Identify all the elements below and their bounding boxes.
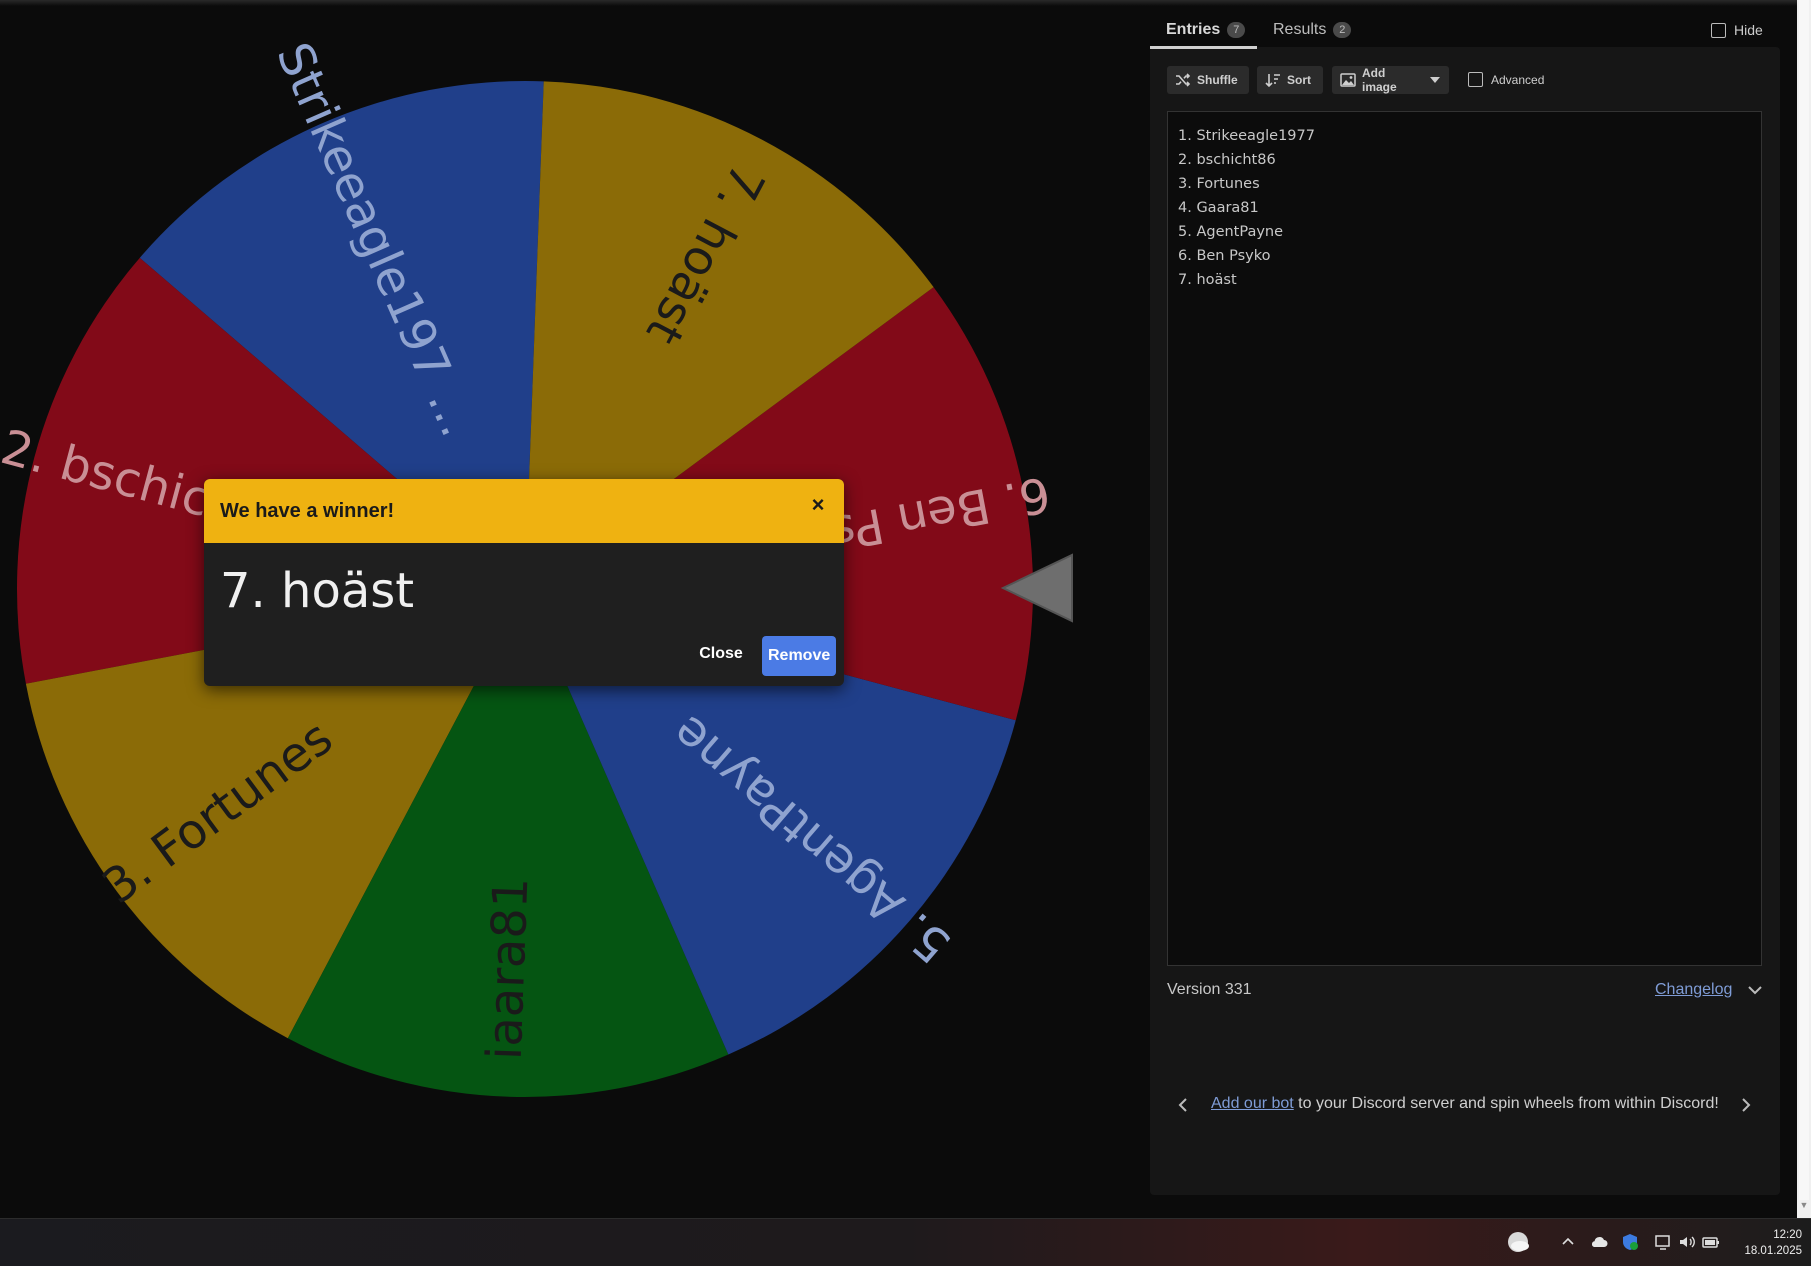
hide-checkbox[interactable] — [1711, 22, 1726, 38]
battery-icon[interactable] — [1701, 1232, 1721, 1252]
discord-rest-text: to your Discord server and spin wheels f… — [1293, 1095, 1719, 1112]
entry-line: 7. hoäst — [1178, 272, 1237, 288]
entry-line: 2. bschicht86 — [1178, 152, 1276, 168]
chevron-up-icon[interactable] — [1558, 1232, 1578, 1252]
chevron-left-icon[interactable] — [1175, 1095, 1191, 1115]
entry-line: 4. Gaara81 — [1178, 200, 1259, 216]
discord-banner: Add our bot to your Discord server and s… — [1167, 1095, 1762, 1115]
weather-icon[interactable] — [1505, 1230, 1531, 1254]
entry-line: 5. AgentPayne — [1178, 224, 1284, 240]
caret-down-icon — [1430, 77, 1440, 83]
tab-results-count: 2 — [1333, 22, 1352, 38]
tab-entries-label: Entries — [1166, 21, 1221, 38]
version-label: Version 331 — [1167, 981, 1252, 998]
shield-icon[interactable] — [1620, 1232, 1640, 1252]
clock-date: 18.01.2025 — [1744, 1245, 1802, 1257]
add-bot-link[interactable]: Add our bot — [1211, 1095, 1294, 1112]
add-image-button[interactable]: Add image — [1332, 66, 1449, 94]
volume-icon[interactable] — [1677, 1232, 1697, 1252]
clock-time: 12:20 — [1773, 1229, 1802, 1241]
taskbar — [0, 1218, 1811, 1266]
taskbar-clock[interactable]: 12:20 18.01.2025 — [1722, 1227, 1802, 1259]
entry-line: 1. Strikeeagle1977 — [1178, 128, 1315, 144]
entries-textarea[interactable]: 1. Strikeeagle1977 2. bschicht86 3. Fort… — [1167, 111, 1762, 966]
discord-message: Add our bot to your Discord server and s… — [1211, 1095, 1719, 1113]
sort-label: Sort — [1287, 73, 1311, 87]
tab-results-label: Results — [1273, 21, 1327, 38]
entry-line: 6. Ben Psyko — [1178, 248, 1271, 264]
shuffle-icon — [1176, 73, 1191, 87]
advanced-label: Advanced — [1491, 72, 1545, 87]
scrollbar-thumb[interactable] — [1799, 0, 1809, 1200]
close-button[interactable]: Close — [686, 636, 756, 672]
hide-toggle[interactable]: Hide — [1711, 22, 1763, 38]
shuffle-button[interactable]: Shuffle — [1167, 66, 1249, 94]
winner-dialog-header: We have a winner! × — [204, 479, 844, 543]
hide-label: Hide — [1734, 22, 1763, 38]
close-icon[interactable]: × — [806, 493, 830, 517]
network-icon[interactable] — [1653, 1232, 1673, 1252]
tab-entries-count: 7 — [1227, 22, 1246, 38]
wheel-segment-label: iaara81 — [477, 876, 540, 1060]
advanced-toggle[interactable]: Advanced — [1468, 72, 1544, 87]
winner-name: 7. hoäst — [220, 563, 415, 619]
advanced-checkbox[interactable] — [1468, 72, 1483, 87]
winner-dialog-title: We have a winner! — [220, 500, 395, 522]
changelog-link[interactable]: Changelog — [1655, 981, 1732, 999]
cloud-icon[interactable] — [1589, 1232, 1609, 1252]
add-image-label: Add image — [1362, 66, 1397, 94]
image-icon — [1340, 73, 1356, 87]
shuffle-label: Shuffle — [1197, 73, 1238, 87]
remove-button[interactable]: Remove — [762, 636, 836, 676]
chevron-down-icon[interactable] — [1745, 980, 1765, 1000]
entry-line: 3. Fortunes — [1178, 176, 1260, 192]
chevron-right-icon[interactable] — [1738, 1095, 1754, 1115]
sort-button[interactable]: Sort — [1257, 66, 1323, 94]
scroll-down-arrow-icon[interactable]: ▼ — [1799, 1200, 1809, 1212]
active-tab-indicator — [1150, 46, 1257, 49]
tab-entries[interactable]: Entries 7 — [1166, 12, 1246, 48]
tab-results[interactable]: Results 2 — [1273, 12, 1352, 48]
sort-icon — [1265, 74, 1280, 88]
